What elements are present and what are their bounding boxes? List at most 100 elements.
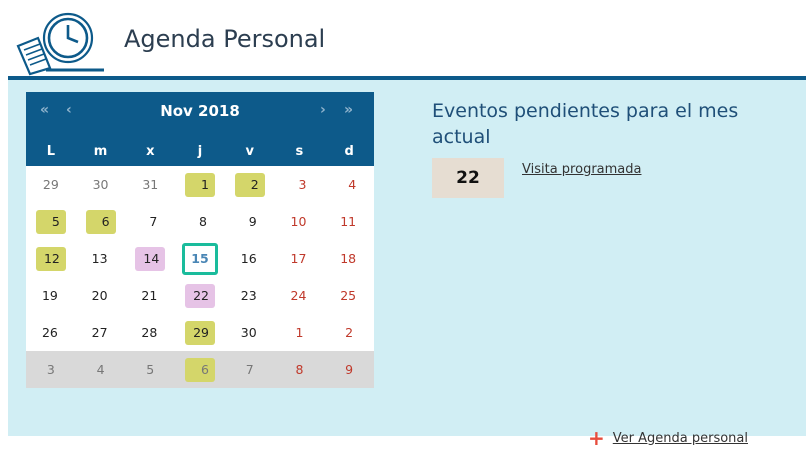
calendar-day[interactable]: 27 — [76, 314, 126, 351]
calendar-day[interactable]: 23 — [225, 277, 275, 314]
calendar-day[interactable]: 30 — [76, 166, 126, 203]
calendar-day-number: 8 — [199, 214, 207, 229]
calendar-day-number: 8 — [295, 362, 304, 377]
calendar-day[interactable]: 1 — [275, 314, 325, 351]
calendar-day-number: 17 — [290, 251, 307, 266]
calendar-day-number: 20 — [91, 288, 108, 303]
calendar-day[interactable]: 8 — [274, 351, 325, 388]
calendar-day[interactable]: 18 — [324, 240, 374, 277]
calendar-day[interactable]: 7 — [224, 351, 275, 388]
calendar-day-number: 2 — [345, 325, 354, 340]
calendar-day-number: 28 — [141, 325, 158, 340]
calendar-day-number: 23 — [240, 288, 257, 303]
weekday-label: m — [93, 143, 108, 159]
weekday-header-row: Lm x j v s d — [26, 136, 374, 166]
event-link-visita-programada[interactable]: Visita programada — [522, 162, 641, 177]
calendar-day[interactable]: 12 — [26, 240, 76, 277]
calendar-day-number: 11 — [340, 214, 357, 229]
calendar-day[interactable]: 3 — [26, 351, 76, 388]
calendar-day[interactable]: 24 — [275, 277, 325, 314]
calendar-day[interactable]: 14 — [125, 240, 175, 277]
calendar-header: « ‹ Nov 2018 › » — [26, 92, 374, 136]
calendar-day[interactable]: 9 — [324, 351, 374, 388]
calendar-day[interactable]: 4 — [75, 351, 126, 388]
calendar-day[interactable]: 11 — [324, 203, 374, 240]
calendar-day[interactable]: 5 — [26, 203, 76, 240]
calendar-day-number: 24 — [290, 288, 307, 303]
agenda-clock-logo-icon — [16, 12, 104, 76]
calendar-day[interactable]: 8 — [175, 203, 225, 240]
calendar-day-number: 10 — [290, 214, 307, 229]
mini-calendar: « ‹ Nov 2018 › » Lmxjvsd 29 30 31 1 2 3 4 5 6 7 8 9… — [26, 92, 374, 388]
events-count-badge: 22 — [432, 158, 504, 198]
next-year-icon[interactable]: » — [344, 102, 353, 118]
calendar-day[interactable]: 2 — [324, 314, 374, 351]
calendar-day[interactable]: 10 — [275, 203, 325, 240]
calendar-day[interactable]: 22 — [175, 277, 225, 314]
calendar-day-number: 6 — [184, 357, 215, 382]
calendar-day[interactable]: 13 — [76, 240, 126, 277]
calendar-day-number: 9 — [345, 362, 354, 377]
calendar-day[interactable]: 20 — [76, 277, 126, 314]
calendar-day-number: 31 — [142, 177, 159, 192]
calendar-day-number: 4 — [96, 362, 105, 377]
calendar-day[interactable]: 16 — [225, 240, 275, 277]
plus-icon: + — [588, 426, 605, 450]
calendar-day-number: 30 — [240, 325, 257, 340]
calendar-day-number: 7 — [245, 362, 254, 377]
calendar-day[interactable]: 21 — [125, 277, 175, 314]
calendar-day-today[interactable]: 15 — [175, 240, 225, 277]
calendar-day[interactable]: 1 — [175, 166, 225, 203]
calendar-day-number: 1 — [295, 325, 304, 340]
calendar-day-number: 27 — [91, 325, 108, 340]
calendar-day-number: 5 — [146, 362, 155, 377]
calendar-day[interactable]: 30 — [225, 314, 275, 351]
calendar-day-number: 6 — [85, 209, 116, 234]
weekday-label: j — [197, 143, 203, 159]
calendar-day-number: 30 — [92, 177, 109, 192]
weekday-label: d — [344, 143, 354, 159]
app-header: Agenda Personal — [0, 0, 806, 80]
calendar-day[interactable]: 3 — [275, 166, 325, 203]
weekday-label: L — [46, 143, 55, 159]
calendar-day[interactable]: 29 — [175, 314, 225, 351]
calendar-day[interactable]: 6 — [76, 203, 126, 240]
calendar-day[interactable]: 31 — [125, 166, 175, 203]
calendar-day-number: 22 — [184, 283, 215, 308]
weekday-label: v — [245, 143, 254, 159]
calendar-day[interactable]: 29 — [26, 166, 76, 203]
calendar-day[interactable]: 9 — [225, 203, 275, 240]
calendar-day[interactable]: 28 — [125, 314, 175, 351]
calendar-day[interactable]: 25 — [324, 277, 374, 314]
calendar-day[interactable]: 6 — [175, 351, 225, 388]
calendar-day-number: 13 — [91, 251, 108, 266]
calendar-day-number: 2 — [234, 172, 265, 197]
page-title: Agenda Personal — [124, 25, 326, 53]
calendar-day-number: 7 — [149, 214, 158, 229]
calendar-day-number: 12 — [35, 246, 66, 271]
calendar-day[interactable]: 19 — [26, 277, 76, 314]
calendar-day-number: 16 — [240, 251, 257, 266]
calendar-day-number: 26 — [41, 325, 58, 340]
next-month-icon[interactable]: › — [320, 102, 326, 118]
calendar-day-number: 29 — [42, 177, 59, 192]
calendar-day[interactable]: 4 — [324, 166, 374, 203]
calendar-days-grid: 29 30 31 1 2 3 4 5 6 7 8 9 10 11 12 13 14 15 16 17 18 19 20 21 2… — [26, 166, 374, 388]
ver-agenda-personal-link[interactable]: + Ver Agenda personal — [588, 426, 748, 450]
calendar-day[interactable]: 2 — [225, 166, 275, 203]
calendar-day-number: 19 — [41, 288, 58, 303]
calendar-day-number: 18 — [340, 251, 357, 266]
calendar-day[interactable]: 26 — [26, 314, 76, 351]
ver-agenda-label: Ver Agenda personal — [612, 430, 748, 446]
calendar-day-number: 3 — [298, 177, 307, 192]
weekday-label: x — [146, 143, 155, 159]
calendar-day-number: 3 — [46, 362, 55, 377]
calendar-day[interactable]: 7 — [125, 203, 175, 240]
calendar-day-number: 25 — [340, 288, 357, 303]
calendar-day-number: 21 — [141, 288, 158, 303]
calendar-day[interactable]: 5 — [125, 351, 176, 388]
calendar-day-number: 15 — [181, 242, 218, 275]
weekday-label: s — [295, 143, 304, 159]
calendar-day[interactable]: 17 — [275, 240, 325, 277]
calendar-day-number: 1 — [184, 172, 215, 197]
